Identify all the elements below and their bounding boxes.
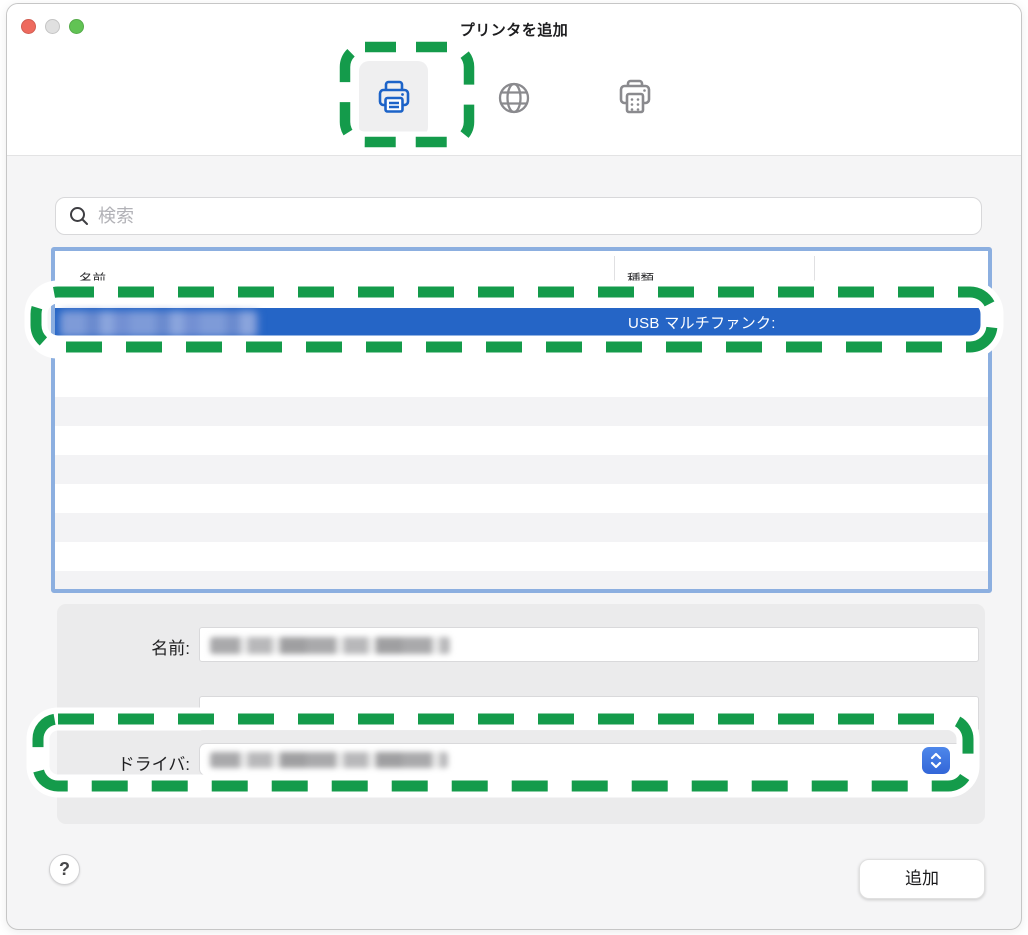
up-down-chevrons-icon: [929, 751, 943, 770]
column-header-kind[interactable]: 種類: [627, 268, 654, 288]
column-divider[interactable]: [814, 256, 815, 298]
table-row[interactable]: [55, 397, 988, 426]
search-icon: [68, 205, 90, 227]
tab-default-printer[interactable]: [359, 61, 428, 137]
tab-windows-printer[interactable]: [613, 77, 657, 123]
name-label: 名前:: [67, 634, 190, 659]
column-divider[interactable]: [614, 256, 615, 298]
globe-icon: [495, 79, 533, 122]
redacted-printer-name: [60, 311, 258, 337]
redacted-name-value: [210, 637, 450, 654]
location-value: User の MacBook: [210, 703, 350, 728]
column-header-name[interactable]: 名前: [79, 268, 106, 288]
location-label: 場所:: [67, 703, 190, 728]
table-row[interactable]: [55, 571, 988, 589]
add-printer-window: プリンタを追加: [6, 3, 1022, 930]
help-button[interactable]: ?: [49, 854, 80, 885]
printer-kind-cell: USB マルチファンク:: [628, 308, 776, 340]
search-input[interactable]: [98, 206, 981, 227]
location-field[interactable]: User の MacBook: [199, 696, 979, 731]
driver-popup[interactable]: [199, 743, 967, 776]
table-row[interactable]: [55, 455, 988, 484]
network-printer-icon: [614, 76, 656, 125]
window-title: プリンタを追加: [7, 19, 1021, 40]
redacted-driver-value: [210, 752, 448, 768]
tab-ip-printer[interactable]: [493, 79, 535, 121]
printer-icon: [373, 76, 415, 123]
driver-popup-stepper[interactable]: [922, 747, 950, 774]
table-row[interactable]: [55, 513, 988, 542]
titlebar: プリンタを追加: [7, 4, 1021, 156]
screenshot-stage: プリンタを追加: [0, 0, 1028, 935]
printer-details-panel: 名前: 場所: User の MacBook ドライバ:: [57, 604, 985, 824]
search-field[interactable]: [55, 197, 982, 235]
add-button[interactable]: 追加: [859, 859, 985, 899]
name-field[interactable]: [199, 627, 979, 662]
driver-label: ドライバ:: [57, 750, 190, 775]
table-row-selected-printer[interactable]: USB マルチファンク:: [55, 308, 988, 340]
